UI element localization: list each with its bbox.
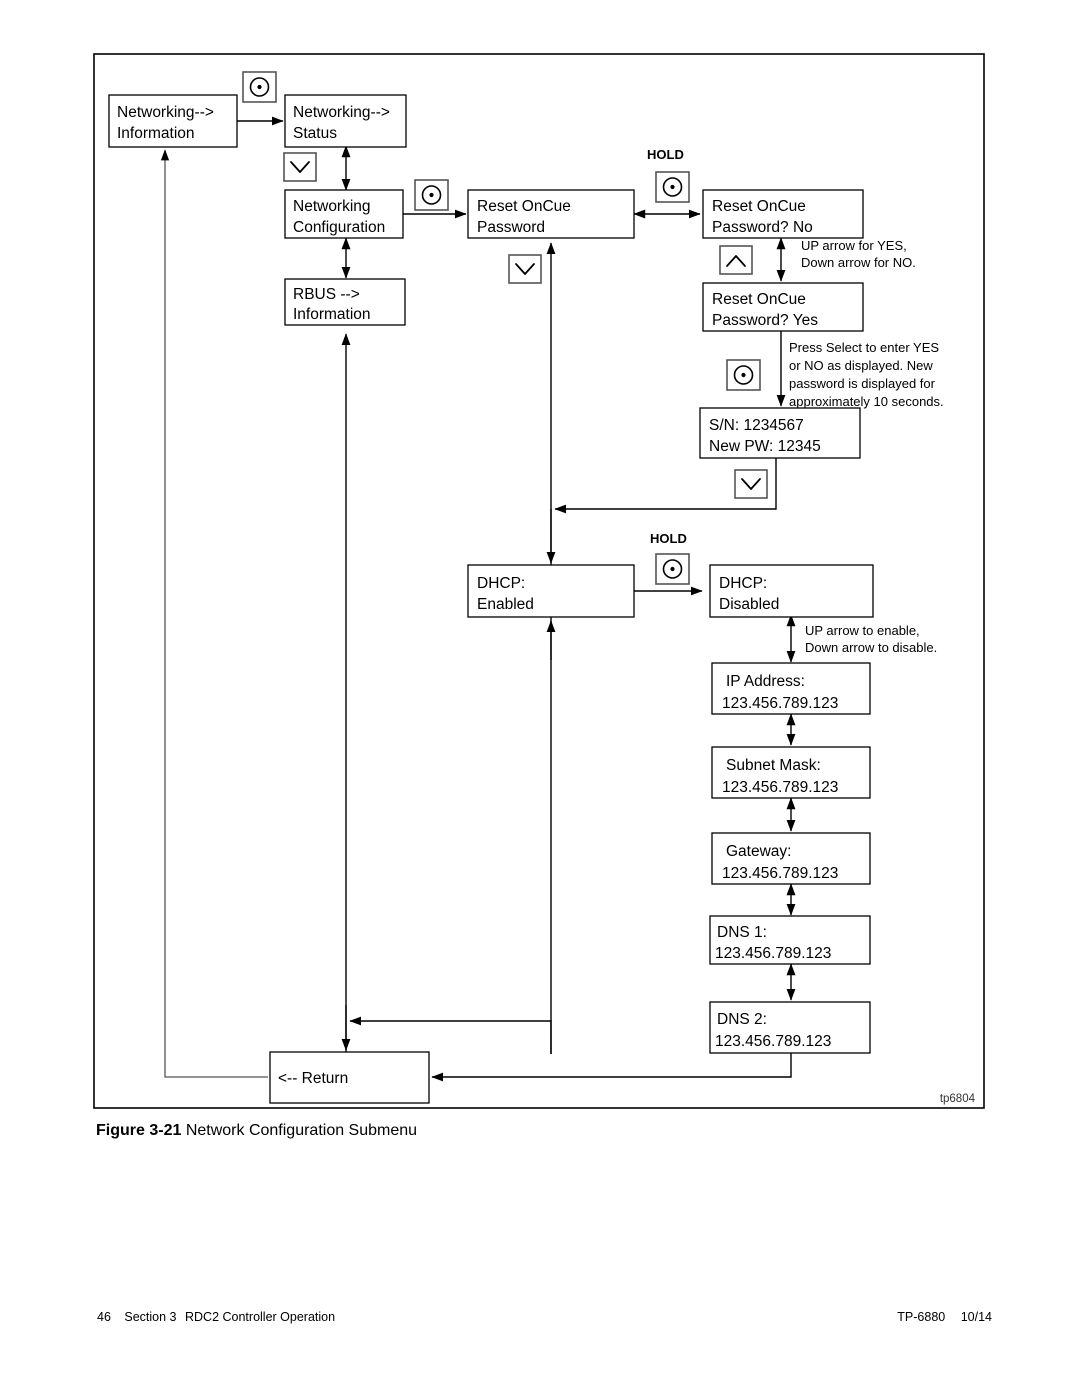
box-networking-status-line2: Status [293, 125, 337, 142]
note-yes-no-line1: UP arrow for YES, [801, 238, 907, 253]
box-return[interactable]: <-- Return [269, 1051, 430, 1104]
box-networking-configuration-line2: Configuration [293, 219, 385, 236]
box-gateway-label: Gateway: [726, 843, 791, 860]
note-yes-no-line2: Down arrow for NO. [801, 255, 916, 270]
box-serial-new-password[interactable]: S/N: 1234567 New PW: 12345 [699, 407, 861, 459]
box-rbus-information-line1: RBUS --> [293, 286, 360, 303]
box-networking-information[interactable]: Networking--> Information [108, 94, 238, 148]
box-reset-oncue-password[interactable]: Reset OnCue Password [467, 189, 635, 239]
box-networking-status-line1: Networking--> [293, 104, 390, 121]
footer-page-number: 46 [97, 1310, 111, 1324]
select-button-icon[interactable] [655, 553, 690, 585]
box-dhcp-disabled-line2: Disabled [719, 596, 779, 613]
box-reset-oncue-password-no-line1: Reset OnCue [712, 198, 806, 215]
figure-caption: Figure 3-21 Network Configuration Submen… [96, 1122, 417, 1140]
note-select-line4: approximately 10 seconds. [789, 394, 944, 409]
box-subnet-mask-label: Subnet Mask: [726, 757, 821, 774]
connector-return-to-networking-information [160, 149, 268, 1078]
note-select-line3: password is displayed for [789, 376, 936, 391]
down-arrow-button-icon[interactable] [508, 254, 542, 284]
box-reset-oncue-password-line2: Password [477, 219, 545, 236]
box-reset-oncue-password-yes[interactable]: Reset OnCue Password? Yes [702, 282, 864, 332]
select-button-icon[interactable] [414, 179, 449, 211]
footer-revision: 10/14 [960, 1310, 992, 1324]
box-dns-2-value: 123.456.789.123 [715, 1033, 831, 1050]
box-ip-address-label: IP Address: [726, 673, 805, 690]
footer-document-number: TP-6880 [897, 1310, 946, 1324]
box-serial-number: S/N: 1234567 [709, 417, 804, 434]
box-ip-address-value: 123.456.789.123 [722, 695, 838, 712]
box-networking-information-line2: Information [117, 125, 195, 142]
footer-section: Section 3 [124, 1310, 177, 1324]
box-dhcp-disabled[interactable]: DHCP: Disabled [709, 564, 874, 618]
footer-left: 46 Section 3 RDC2 Controller Operation [97, 1310, 335, 1324]
down-arrow-button-icon[interactable] [283, 152, 317, 182]
box-networking-configuration[interactable]: Networking Configuration [284, 189, 404, 239]
box-gateway-value: 123.456.789.123 [722, 865, 838, 882]
figure-caption-title: Network Configuration Submenu [185, 1122, 418, 1139]
box-reset-oncue-password-yes-line1: Reset OnCue [712, 291, 806, 308]
box-reset-oncue-password-no[interactable]: Reset OnCue Password? No [702, 189, 864, 239]
box-reset-oncue-password-no-line2: Password? No [712, 219, 813, 236]
box-dns-2-label: DNS 2: [717, 1011, 767, 1028]
box-rbus-information[interactable]: RBUS --> Information [284, 278, 406, 326]
hold-label-password: HOLD [647, 147, 684, 162]
box-ip-address[interactable]: IP Address: 123.456.789.123 [711, 662, 871, 715]
box-dns-1-label: DNS 1: [717, 924, 767, 941]
box-gateway[interactable]: Gateway: 123.456.789.123 [711, 832, 871, 885]
box-subnet-mask[interactable]: Subnet Mask: 123.456.789.123 [711, 746, 871, 799]
figure-caption-label: Figure 3-21 [96, 1122, 182, 1139]
box-dhcp-disabled-line1: DHCP: [719, 575, 767, 592]
figure-art-tag: tp6804 [940, 1093, 976, 1105]
box-dns-1-value: 123.456.789.123 [715, 945, 831, 962]
select-button-icon[interactable] [655, 171, 690, 203]
footer-section-title: RDC2 Controller Operation [185, 1310, 336, 1324]
box-dhcp-enabled[interactable]: DHCP: Enabled [467, 564, 635, 618]
up-arrow-button-icon[interactable] [719, 245, 753, 275]
hold-label-dhcp: HOLD [650, 531, 687, 546]
box-dns-2[interactable]: DNS 2: 123.456.789.123 [709, 1001, 871, 1054]
box-return-label: <-- Return [278, 1070, 348, 1087]
box-networking-information-line1: Networking--> [117, 104, 214, 121]
connector-return-corridor-left [349, 1016, 552, 1054]
box-networking-status[interactable]: Networking--> Status [284, 94, 407, 148]
box-new-password: New PW: 12345 [709, 438, 821, 455]
footer-right: TP-6880 10/14 [897, 1310, 992, 1324]
box-networking-configuration-line1: Networking [293, 198, 371, 215]
connector-dns2-to-return [431, 1053, 792, 1082]
box-reset-oncue-password-line1: Reset OnCue [477, 198, 571, 215]
box-rbus-information-line2: Information [293, 306, 371, 323]
note-dhcp-line2: Down arrow to disable. [805, 640, 937, 655]
figure-network-configuration-submenu: Information --> Networking--> Informatio… [0, 0, 1080, 1150]
page-footer: 46 Section 3 RDC2 Controller Operation T… [0, 1310, 1080, 1334]
network-configuration-flowchart: Information --> Networking--> Informatio… [93, 53, 985, 1109]
box-dhcp-enabled-line2: Enabled [477, 596, 534, 613]
select-button-icon[interactable] [242, 71, 277, 103]
note-dhcp-line1: UP arrow to enable, [805, 623, 920, 638]
note-select-line1: Press Select to enter YES [789, 340, 939, 355]
select-button-icon[interactable] [726, 359, 761, 391]
box-reset-oncue-password-yes-line2: Password? Yes [712, 312, 818, 329]
box-dns-1[interactable]: DNS 1: 123.456.789.123 [709, 915, 871, 965]
down-arrow-button-icon[interactable] [734, 469, 768, 499]
box-subnet-mask-value: 123.456.789.123 [722, 779, 838, 796]
note-select-line2: or NO as displayed. New [789, 358, 933, 373]
box-dhcp-enabled-line1: DHCP: [477, 575, 525, 592]
